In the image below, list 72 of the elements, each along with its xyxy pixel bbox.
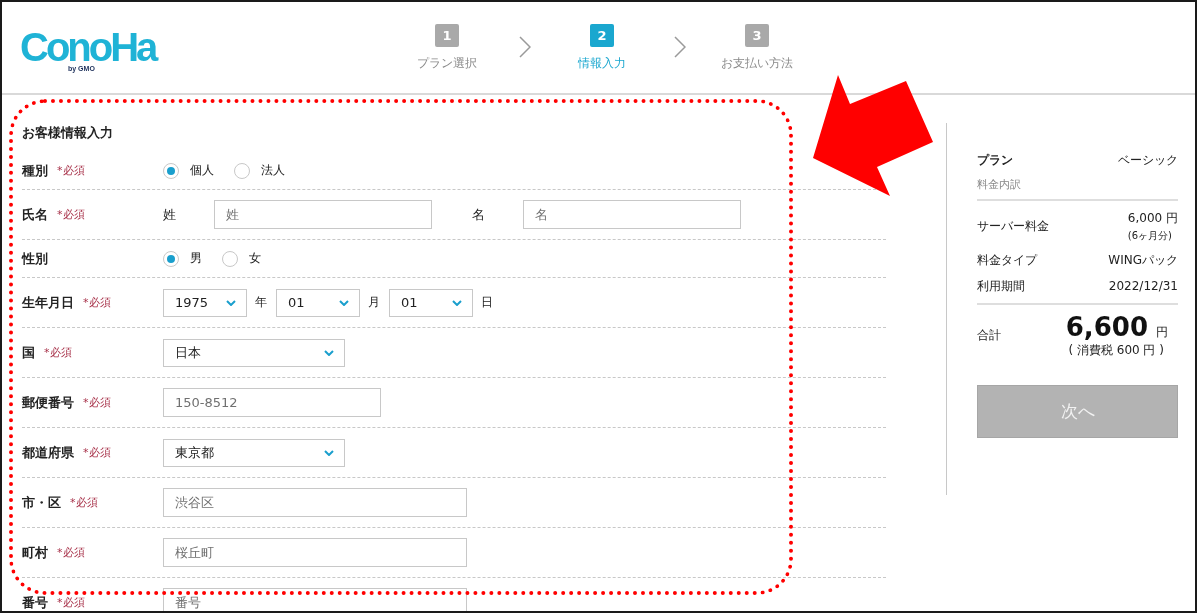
required-mark: *必須 (70, 496, 98, 509)
dropdown[interactable]: 東京都 (163, 438, 345, 467)
step-label: 情報入力 (578, 55, 626, 71)
radio-button[interactable] (234, 162, 250, 179)
summary-label: プラン (977, 152, 1013, 169)
field-label: 性別 (22, 249, 48, 268)
required-mark: *必須 (57, 596, 85, 609)
required-mark: *必須 (57, 546, 85, 559)
text-field[interactable]: 150-8512 (163, 388, 381, 417)
tax-note: ( 消費税 600 円 ) (1068, 342, 1165, 358)
dropdown[interactable]: 1975 (163, 288, 247, 317)
summary-value: 6,000 円 (1127, 210, 1178, 227)
chevron-down-icon (452, 299, 462, 306)
field-label: 氏名 (22, 205, 48, 224)
radio-label: 個人 (190, 162, 214, 179)
total-amount: 6,600 (1065, 312, 1148, 342)
summary-value: 2022/12/31 (1108, 278, 1178, 295)
field-label: 生年月日 (22, 293, 74, 312)
text-field[interactable]: 姓 (214, 200, 432, 229)
section-title: お客様情報入力 (22, 124, 114, 142)
field-label: 種別 (22, 161, 48, 180)
unit-label: 年 (255, 294, 267, 311)
total-label: 合計 (977, 327, 1001, 344)
text-field[interactable]: 名 (523, 200, 741, 229)
radio-button[interactable] (222, 250, 238, 267)
field-label: 町村 (22, 543, 48, 562)
chevron-right-icon (674, 36, 686, 58)
summary-label: サーバー料金 (977, 218, 1049, 235)
required-mark: *必須 (44, 346, 72, 359)
field-caption: 名 (472, 205, 486, 224)
summary-value: ベーシック (1118, 152, 1178, 169)
radio-label: 法人 (261, 162, 285, 179)
chevron-down-icon (324, 349, 334, 356)
price-note: (6ヶ月分) (1127, 229, 1173, 243)
summary-subheading: 料金内訳 (977, 177, 1022, 193)
chevron-down-icon (226, 299, 236, 306)
summary-label: 利用期間 (977, 278, 1025, 295)
field-label: 国 (22, 343, 35, 362)
text-field[interactable]: 渋谷区 (163, 488, 467, 517)
summary-value: WINGパック (1108, 252, 1178, 269)
step-label: プラン選択 (417, 55, 477, 71)
dropdown[interactable]: 日本 (163, 338, 345, 367)
text-field[interactable]: 桜丘町 (163, 538, 467, 567)
field-label: 番号 (22, 593, 48, 611)
radio-button[interactable] (163, 162, 179, 179)
summary-label: 料金タイプ (977, 252, 1037, 269)
arrow-icon (813, 75, 933, 196)
unit-label: 月 (368, 294, 380, 311)
dropdown[interactable]: 01 (276, 288, 360, 317)
radio-label: 男 (190, 250, 202, 267)
field-label: 市・区 (22, 493, 61, 512)
required-mark: *必須 (83, 446, 111, 459)
field-label: 都道府県 (22, 443, 74, 462)
step-number: 1 (435, 24, 459, 47)
chevron-down-icon (339, 299, 349, 306)
step-number: 2 (590, 24, 614, 47)
radio-label: 女 (249, 250, 261, 267)
dropdown[interactable]: 01 (389, 288, 473, 317)
required-mark: *必須 (57, 164, 85, 177)
field-caption: 姓 (163, 205, 177, 224)
field-label: 郵便番号 (22, 393, 74, 412)
step-number: 3 (745, 24, 769, 47)
chevron-down-icon (324, 449, 334, 456)
required-mark: *必須 (83, 396, 111, 409)
unit-label: 日 (481, 294, 493, 311)
chevron-right-icon (519, 36, 531, 58)
required-mark: *必須 (57, 208, 85, 221)
step-label: お支払い方法 (721, 55, 793, 71)
text-field[interactable]: 番号 (163, 588, 467, 611)
required-mark: *必須 (83, 296, 111, 309)
currency-label: 円 (1156, 324, 1168, 341)
radio-button[interactable] (163, 250, 179, 267)
